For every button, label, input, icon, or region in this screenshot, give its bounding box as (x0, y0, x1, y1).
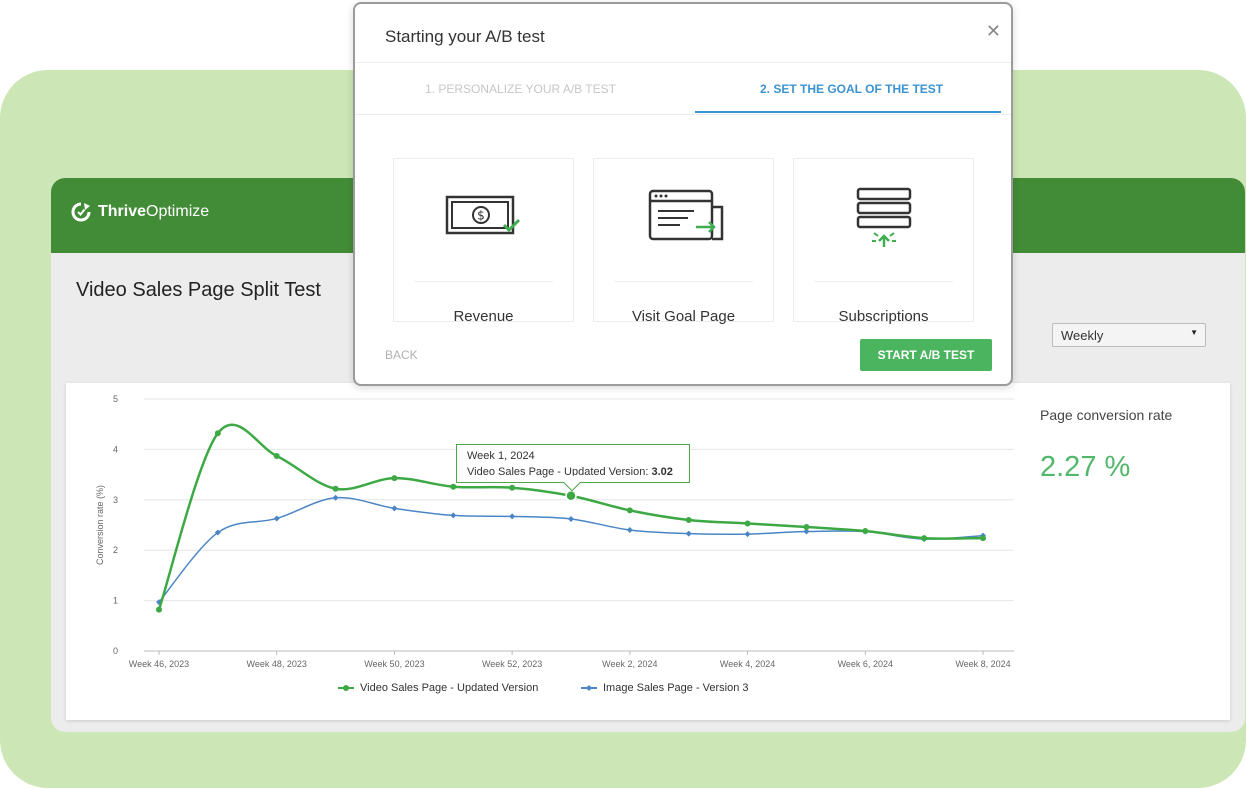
data-point-video (744, 520, 751, 527)
start-ab-test-button[interactable]: START A/B TEST (860, 339, 992, 371)
brand-light: Optimize (146, 203, 210, 220)
x-tick-label: Week 6, 2024 (838, 659, 893, 669)
y-tick-label: 0 (113, 646, 118, 656)
ab-test-modal: Starting your A/B test ✕ 1. PERSONALIZE … (353, 2, 1013, 386)
data-point-video (332, 485, 339, 492)
browser-window-icon (648, 189, 724, 241)
goal-revenue[interactable]: $ Revenue (393, 158, 574, 325)
chart-legend: Video Sales Page - Updated Version Image… (66, 682, 1230, 698)
legend-label-video: Video Sales Page - Updated Version (360, 682, 539, 694)
goal-divider (814, 281, 953, 282)
conversion-rate-label: Page conversion rate (1040, 407, 1173, 423)
x-tick-label: Week 50, 2023 (364, 659, 424, 669)
modal-divider (355, 62, 1011, 63)
tab-set-goal[interactable]: 2. SET THE GOAL OF THE TEST (760, 82, 943, 96)
legend-label-image: Image Sales Page - Version 3 (603, 682, 749, 694)
goal-subscriptions-label: Subscriptions (838, 308, 929, 325)
legend-blue-marker (581, 685, 597, 691)
data-point-image (685, 530, 692, 537)
refresh-logo-icon (71, 202, 91, 222)
legend-item-image[interactable]: Image Sales Page - Version 3 (581, 682, 749, 694)
data-point-image (568, 515, 574, 522)
period-select[interactable]: Weekly ▼ (1052, 323, 1206, 347)
goal-divider (614, 281, 753, 282)
data-point-video (626, 507, 633, 514)
data-point-image (391, 505, 398, 512)
tooltip-title: Week 1, 2024 (467, 450, 535, 462)
data-point-video (391, 475, 398, 482)
x-tick-label: Week 52, 2023 (482, 659, 542, 669)
active-tab-underline (695, 111, 1001, 113)
chart-tooltip: Week 1, 2024 Video Sales Page - Updated … (456, 444, 690, 492)
period-select-value: Weekly (1061, 328, 1104, 343)
goal-divider (414, 281, 553, 282)
y-tick-label: 2 (113, 545, 118, 555)
back-button[interactable]: BACK (385, 348, 418, 362)
data-point-image (626, 527, 633, 534)
data-point-video (803, 524, 810, 531)
goal-visit-page[interactable]: Visit Goal Page (593, 158, 774, 325)
x-tick-label: Week 2, 2024 (602, 659, 657, 669)
legend-item-video[interactable]: Video Sales Page - Updated Version (338, 682, 538, 694)
goal-visit-page-label: Visit Goal Page (631, 308, 736, 325)
tooltip-value: 3.02 (651, 466, 673, 478)
y-tick-label: 4 (113, 444, 118, 454)
data-point-video (980, 535, 986, 542)
money-check-icon: $ (445, 195, 521, 235)
tab-personalize[interactable]: 1. PERSONALIZE YOUR A/B TEST (425, 82, 616, 96)
data-point-video (862, 528, 869, 535)
data-point-image (744, 531, 751, 538)
goal-subscriptions[interactable]: Subscriptions (793, 158, 974, 325)
data-point-video (273, 452, 280, 459)
legend-green-marker (338, 685, 354, 691)
y-axis-label: Conversion rate (%) (95, 485, 105, 565)
x-tick-label: Week 46, 2023 (129, 659, 189, 669)
y-tick-label: 3 (113, 495, 118, 505)
data-point-video (921, 535, 928, 542)
data-point-video (214, 430, 221, 437)
x-tick-label: Week 4, 2024 (720, 659, 775, 669)
svg-text:$: $ (477, 209, 485, 223)
y-tick-label: 1 (113, 596, 118, 606)
x-tick-label: Week 8, 2024 (955, 659, 1010, 669)
thrive-optimize-logo[interactable]: Thrive Optimize (71, 202, 209, 222)
data-point-video (156, 606, 162, 613)
data-point-image (273, 515, 280, 522)
tabs-divider (355, 114, 1011, 115)
data-point-video (685, 516, 692, 523)
data-point-image (509, 513, 516, 520)
data-point-video (450, 483, 457, 490)
modal-title: Starting your A/B test (385, 27, 545, 46)
conversion-chart: 0 1 2 3 4 5 Week 46, 2023 Week 48, 2023 Week 50,… (95, 394, 1014, 669)
x-tick-label: Week 48, 2023 (247, 659, 307, 669)
conversion-rate-value: 2.27 % (1040, 451, 1131, 483)
brand-bold: Thrive (98, 203, 147, 220)
page-title: Video Sales Page Split Test (76, 279, 321, 301)
chart-card: 0 1 2 3 4 5 Week 46, 2023 Week 48, 2023 Week 50,… (66, 383, 1230, 720)
close-icon[interactable]: ✕ (986, 21, 1001, 42)
tooltip-series: Video Sales Page - Updated Version: (467, 466, 649, 478)
goal-revenue-label: Revenue (453, 308, 514, 325)
caret-down-icon: ▼ (1190, 328, 1198, 337)
data-point-video (509, 484, 516, 491)
form-subscribe-icon (856, 187, 912, 247)
data-point-image (450, 512, 457, 519)
y-tick-label: 5 (113, 394, 118, 404)
highlighted-point (565, 490, 577, 502)
